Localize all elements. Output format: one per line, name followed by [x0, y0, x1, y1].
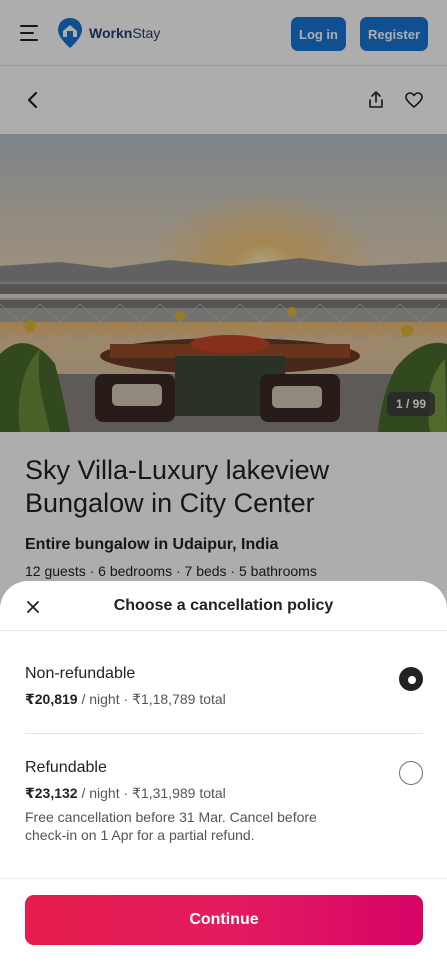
sheet-header: Choose a cancellation policy [0, 581, 447, 631]
nightly-price: ₹23,132 [25, 785, 78, 801]
continue-button[interactable]: Continue [25, 895, 423, 945]
policy-option-name: Refundable [25, 759, 107, 776]
footer-divider [0, 878, 447, 879]
radio-button[interactable] [399, 761, 423, 785]
cancellation-policy-sheet: Choose a cancellation policy Non-refunda… [0, 581, 447, 968]
policy-option-price: ₹23,132 / night · ₹1,31,989 total [25, 785, 423, 802]
option-divider [25, 733, 423, 734]
price-detail: / night · ₹1,31,989 total [77, 785, 226, 801]
sheet-title: Choose a cancellation policy [113, 597, 334, 614]
policy-option-non-refundable[interactable]: Non-refundable ₹20,819 / night · ₹1,18,7… [25, 665, 423, 708]
price-detail: / night · ₹1,18,789 total [77, 691, 226, 707]
radio-button-selected[interactable] [399, 667, 423, 691]
policy-option-name: Non-refundable [25, 665, 136, 682]
policy-option-price: ₹20,819 / night · ₹1,18,789 total [25, 691, 423, 708]
policy-option-refundable[interactable]: Refundable ₹23,132 / night · ₹1,31,989 t… [25, 759, 423, 844]
nightly-price: ₹20,819 [25, 691, 78, 707]
policy-option-note: Free cancellation before 31 Mar. Cancel … [25, 809, 317, 843]
